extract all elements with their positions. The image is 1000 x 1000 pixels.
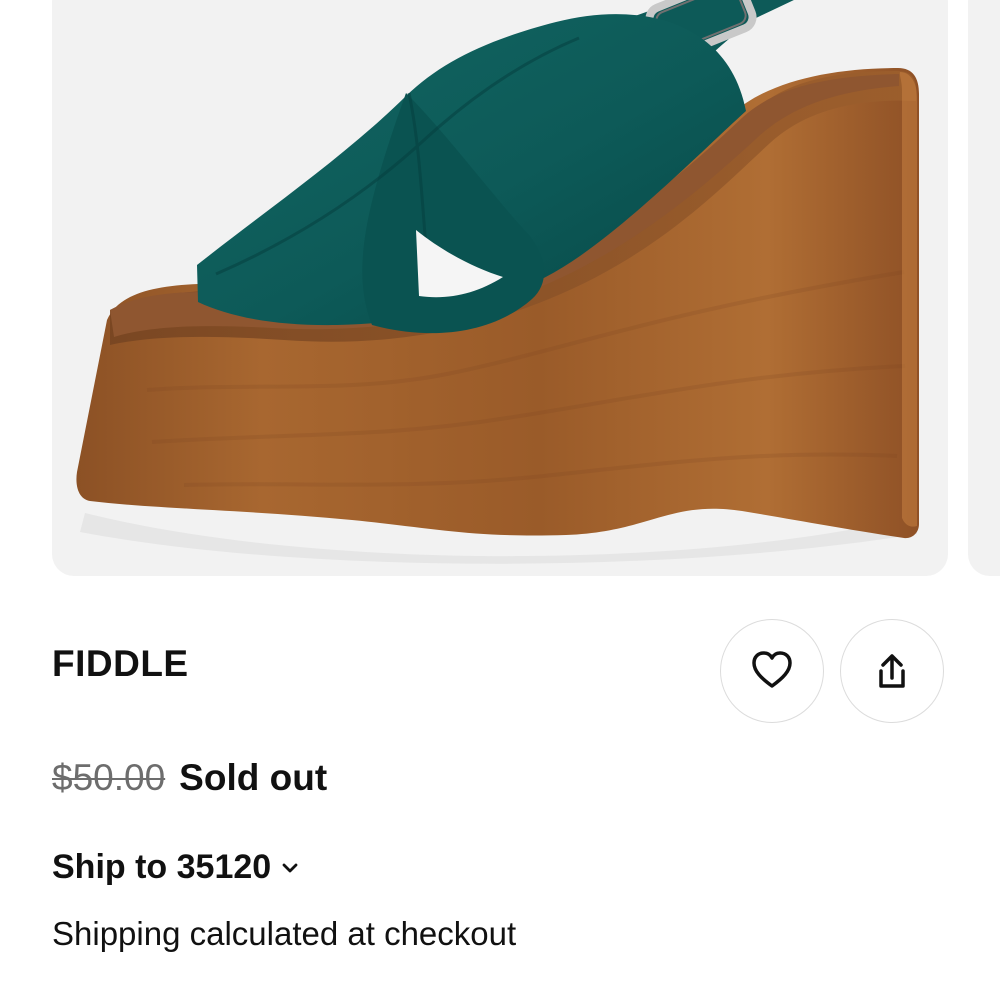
product-page: FIDDLE $50.00 Sold out Ship to 35120 Shi… [0, 0, 1000, 1000]
product-image[interactable] [52, 0, 948, 576]
wedge-highlight [899, 72, 917, 527]
sold-out-label: Sold out [179, 757, 328, 798]
heart-icon [752, 651, 792, 688]
shipping-note: Shipping calculated at checkout [52, 915, 517, 952]
original-price: $50.00 [52, 757, 166, 798]
ship-to-label: Ship to 35120 [52, 848, 272, 886]
ship-to-selector[interactable]: Ship to 35120 [52, 848, 301, 887]
product-image-gallery[interactable] [0, 0, 1000, 580]
wedge-sandal-illustration [76, 0, 919, 564]
product-title: FIDDLE [52, 643, 189, 684]
next-product-image[interactable] [968, 0, 1000, 576]
share-button[interactable] [840, 619, 944, 723]
share-icon [879, 654, 905, 688]
favorite-button[interactable] [720, 619, 824, 723]
chevron-down-icon [282, 863, 298, 872]
price-row: $50.00 Sold out [52, 757, 327, 799]
